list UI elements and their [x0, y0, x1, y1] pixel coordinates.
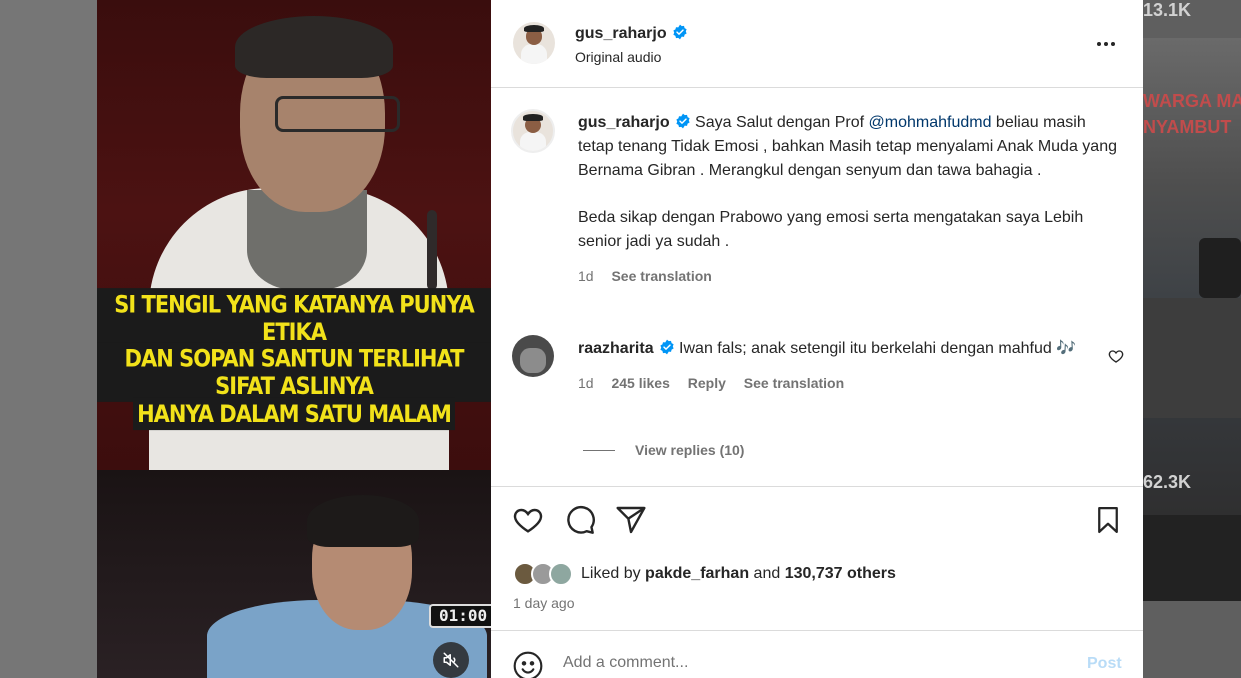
- comment-text: Iwan fals; anak setengil itu berkelahi d…: [679, 340, 1077, 357]
- commenter-avatar[interactable]: [512, 335, 554, 377]
- video-timecode: 01:00: [429, 604, 491, 628]
- comment: raazharita Iwan fals; anak setengil itu …: [578, 337, 1098, 395]
- avatar-hat: [523, 25, 545, 33]
- see-translation-link[interactable]: See translation: [611, 268, 711, 284]
- post-comment-button[interactable]: Post: [1087, 655, 1122, 673]
- avatar-shirt: [520, 43, 548, 64]
- comment-likes-count[interactable]: 245 likes: [611, 375, 669, 391]
- avatar-hat: [523, 114, 543, 121]
- reel-video-player[interactable]: SI TENGIL YANG KATANYA PUNYA ETIKA DAN S…: [97, 0, 491, 678]
- modal-backdrop-left[interactable]: [0, 0, 97, 678]
- more-dot-icon: [1097, 42, 1101, 46]
- video-person-glasses: [275, 96, 400, 132]
- emoji-smiley-icon[interactable]: [512, 650, 544, 678]
- liked-by-label: Liked by: [581, 565, 641, 582]
- comment-time[interactable]: 1d: [578, 375, 594, 391]
- background-headline-line: WARGA MA: [1143, 91, 1241, 111]
- comment-like-heart-icon[interactable]: [1108, 348, 1124, 364]
- share-paper-plane-icon[interactable]: [615, 504, 647, 536]
- verified-badge-icon: [672, 24, 687, 40]
- avatar[interactable]: [511, 109, 555, 153]
- comment-username[interactable]: raazharita: [578, 340, 654, 357]
- likes-others-link[interactable]: 130,737 others: [785, 565, 896, 582]
- background-headline-line: NYAMBUT: [1143, 117, 1232, 137]
- video-caption: SI TENGIL YANG KATANYA PUNYA ETIKA DAN S…: [97, 288, 491, 431]
- caption-time[interactable]: 1d: [578, 268, 594, 284]
- post-caption: gus_raharjo Saya Salut dengan Prof @mohm…: [578, 111, 1118, 288]
- avatar[interactable]: [513, 22, 555, 64]
- post-details-panel: gus_raharjo Original audio gus_raharjo S…: [491, 0, 1143, 678]
- background-feed-strip: [1143, 515, 1241, 601]
- likes-text: Liked by pakde_farhan and 130,737 others: [581, 565, 896, 583]
- caption-mention-link[interactable]: @mohmahfudmd: [869, 114, 992, 131]
- instagram-post-modal: 13.1K WARGA MA NYAMBUT 62.3K SI TENGIL Y…: [0, 0, 1241, 678]
- add-comment-bar: Post: [491, 630, 1143, 678]
- comments-section[interactable]: gus_raharjo Saya Salut dengan Prof @mohm…: [491, 89, 1143, 487]
- video-person2-hair: [307, 495, 419, 547]
- post-author-username[interactable]: gus_raharjo: [575, 24, 688, 43]
- more-dot-icon: [1111, 42, 1115, 46]
- liked-by-user-link[interactable]: pakde_farhan: [645, 565, 749, 582]
- comment-input[interactable]: [563, 651, 1063, 675]
- caption-text-pre: Saya Salut dengan Prof: [695, 114, 869, 131]
- liker-avatar[interactable]: [549, 562, 573, 586]
- more-options-button[interactable]: [1091, 32, 1121, 56]
- background-car: [1199, 238, 1241, 298]
- background-headline: WARGA MA NYAMBUT: [1143, 88, 1241, 140]
- background-view-count: 62.3K: [1143, 472, 1192, 492]
- video-caption-line: SI TENGIL YANG KATANYA PUNYA ETIKA: [97, 288, 491, 348]
- comment-bubble-icon[interactable]: [564, 504, 596, 536]
- video-microphone: [427, 210, 437, 290]
- background-view-count: 13.1K: [1143, 0, 1192, 20]
- verified-badge-icon: [659, 339, 674, 355]
- save-bookmark-icon[interactable]: [1093, 504, 1123, 536]
- post-timestamp[interactable]: 1 day ago: [513, 595, 575, 611]
- action-bar: [491, 488, 1143, 558]
- likes-summary: Liked by pakde_farhan and 130,737 others: [513, 560, 896, 588]
- post-header: gus_raharjo Original audio: [491, 0, 1143, 88]
- comment-meta: 1d 245 likes Reply See translation: [578, 371, 1098, 395]
- post-author-username-text[interactable]: gus_raharjo: [575, 25, 667, 42]
- modal-backdrop-right[interactable]: 13.1K WARGA MA NYAMBUT 62.3K: [1143, 0, 1241, 678]
- like-heart-icon[interactable]: [512, 504, 544, 536]
- reply-button[interactable]: Reply: [688, 375, 726, 391]
- more-dot-icon: [1104, 42, 1108, 46]
- verified-badge-icon: [675, 113, 690, 129]
- replies-divider-line: [583, 450, 615, 451]
- caption-paragraph-2: Beda sikap dengan Prabowo yang emosi ser…: [578, 209, 1084, 250]
- caption-username[interactable]: gus_raharjo: [578, 114, 670, 131]
- speaker-muted-icon: [443, 652, 459, 668]
- audio-label[interactable]: Original audio: [575, 49, 661, 65]
- video-caption-line: HANYA DALAM SATU MALAM: [133, 397, 455, 431]
- mute-button[interactable]: [433, 642, 469, 678]
- caption-meta: 1d See translation: [578, 264, 1118, 288]
- liked-by-and: and: [753, 565, 781, 582]
- background-feed-thumbnail: WARGA MA NYAMBUT: [1143, 38, 1241, 515]
- see-translation-link[interactable]: See translation: [744, 375, 844, 391]
- background-road: [1143, 298, 1241, 418]
- video-person-hair: [235, 16, 393, 78]
- avatar-shirt: [520, 131, 546, 151]
- commenter-avatar-figure: [520, 347, 546, 373]
- view-replies-button[interactable]: View replies (10): [635, 442, 744, 458]
- video-caption-line: DAN SOPAN SANTUN TERLIHAT SIFAT ASLINYA: [97, 342, 491, 402]
